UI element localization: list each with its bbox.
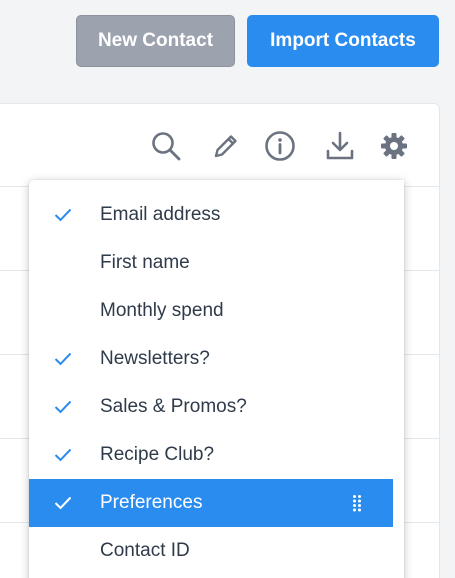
checkmark-icon [53, 397, 73, 417]
column-chooser-menu: Email address First name Monthly spend N… [29, 180, 404, 578]
menu-item-label: Preferences [100, 492, 203, 513]
menu-item-contact-id[interactable]: Contact ID [29, 527, 393, 575]
contacts-page: New Contact Import Contacts Email addres… [0, 0, 455, 578]
menu-item-email-address[interactable]: Email address [29, 191, 393, 239]
search-icon[interactable] [148, 128, 184, 164]
new-contact-button[interactable]: New Contact [76, 15, 235, 67]
pencil-icon[interactable] [208, 128, 244, 164]
menu-item-preferences[interactable]: Preferences [29, 479, 393, 527]
checkmark-icon [53, 445, 73, 465]
menu-item-first-name[interactable]: First name [29, 239, 393, 287]
menu-item-label: Monthly spend [100, 300, 224, 321]
menu-item-monthly-spend[interactable]: Monthly spend [29, 287, 393, 335]
download-icon[interactable] [322, 128, 358, 164]
drag-handle-icon[interactable] [347, 493, 367, 513]
menu-item-label: Email address [100, 204, 221, 225]
import-contacts-button[interactable]: Import Contacts [247, 15, 439, 67]
info-icon[interactable] [262, 128, 298, 164]
checkmark-icon [53, 349, 73, 369]
menu-item-recipe-club[interactable]: Recipe Club? [29, 431, 393, 479]
menu-item-sales-promos[interactable]: Sales & Promos? [29, 383, 393, 431]
menu-item-label: Recipe Club? [100, 444, 215, 465]
menu-item-label: Contact ID [100, 540, 190, 561]
menu-item-label: Newsletters? [100, 348, 210, 369]
checkmark-icon [53, 493, 73, 513]
gear-icon[interactable] [376, 128, 412, 164]
column-list: Email address First name Monthly spend N… [29, 191, 393, 575]
menu-item-label: Sales & Promos? [100, 396, 247, 417]
menu-item-newsletters[interactable]: Newsletters? [29, 335, 393, 383]
menu-item-label: First name [100, 252, 190, 273]
checkmark-icon [53, 205, 73, 225]
